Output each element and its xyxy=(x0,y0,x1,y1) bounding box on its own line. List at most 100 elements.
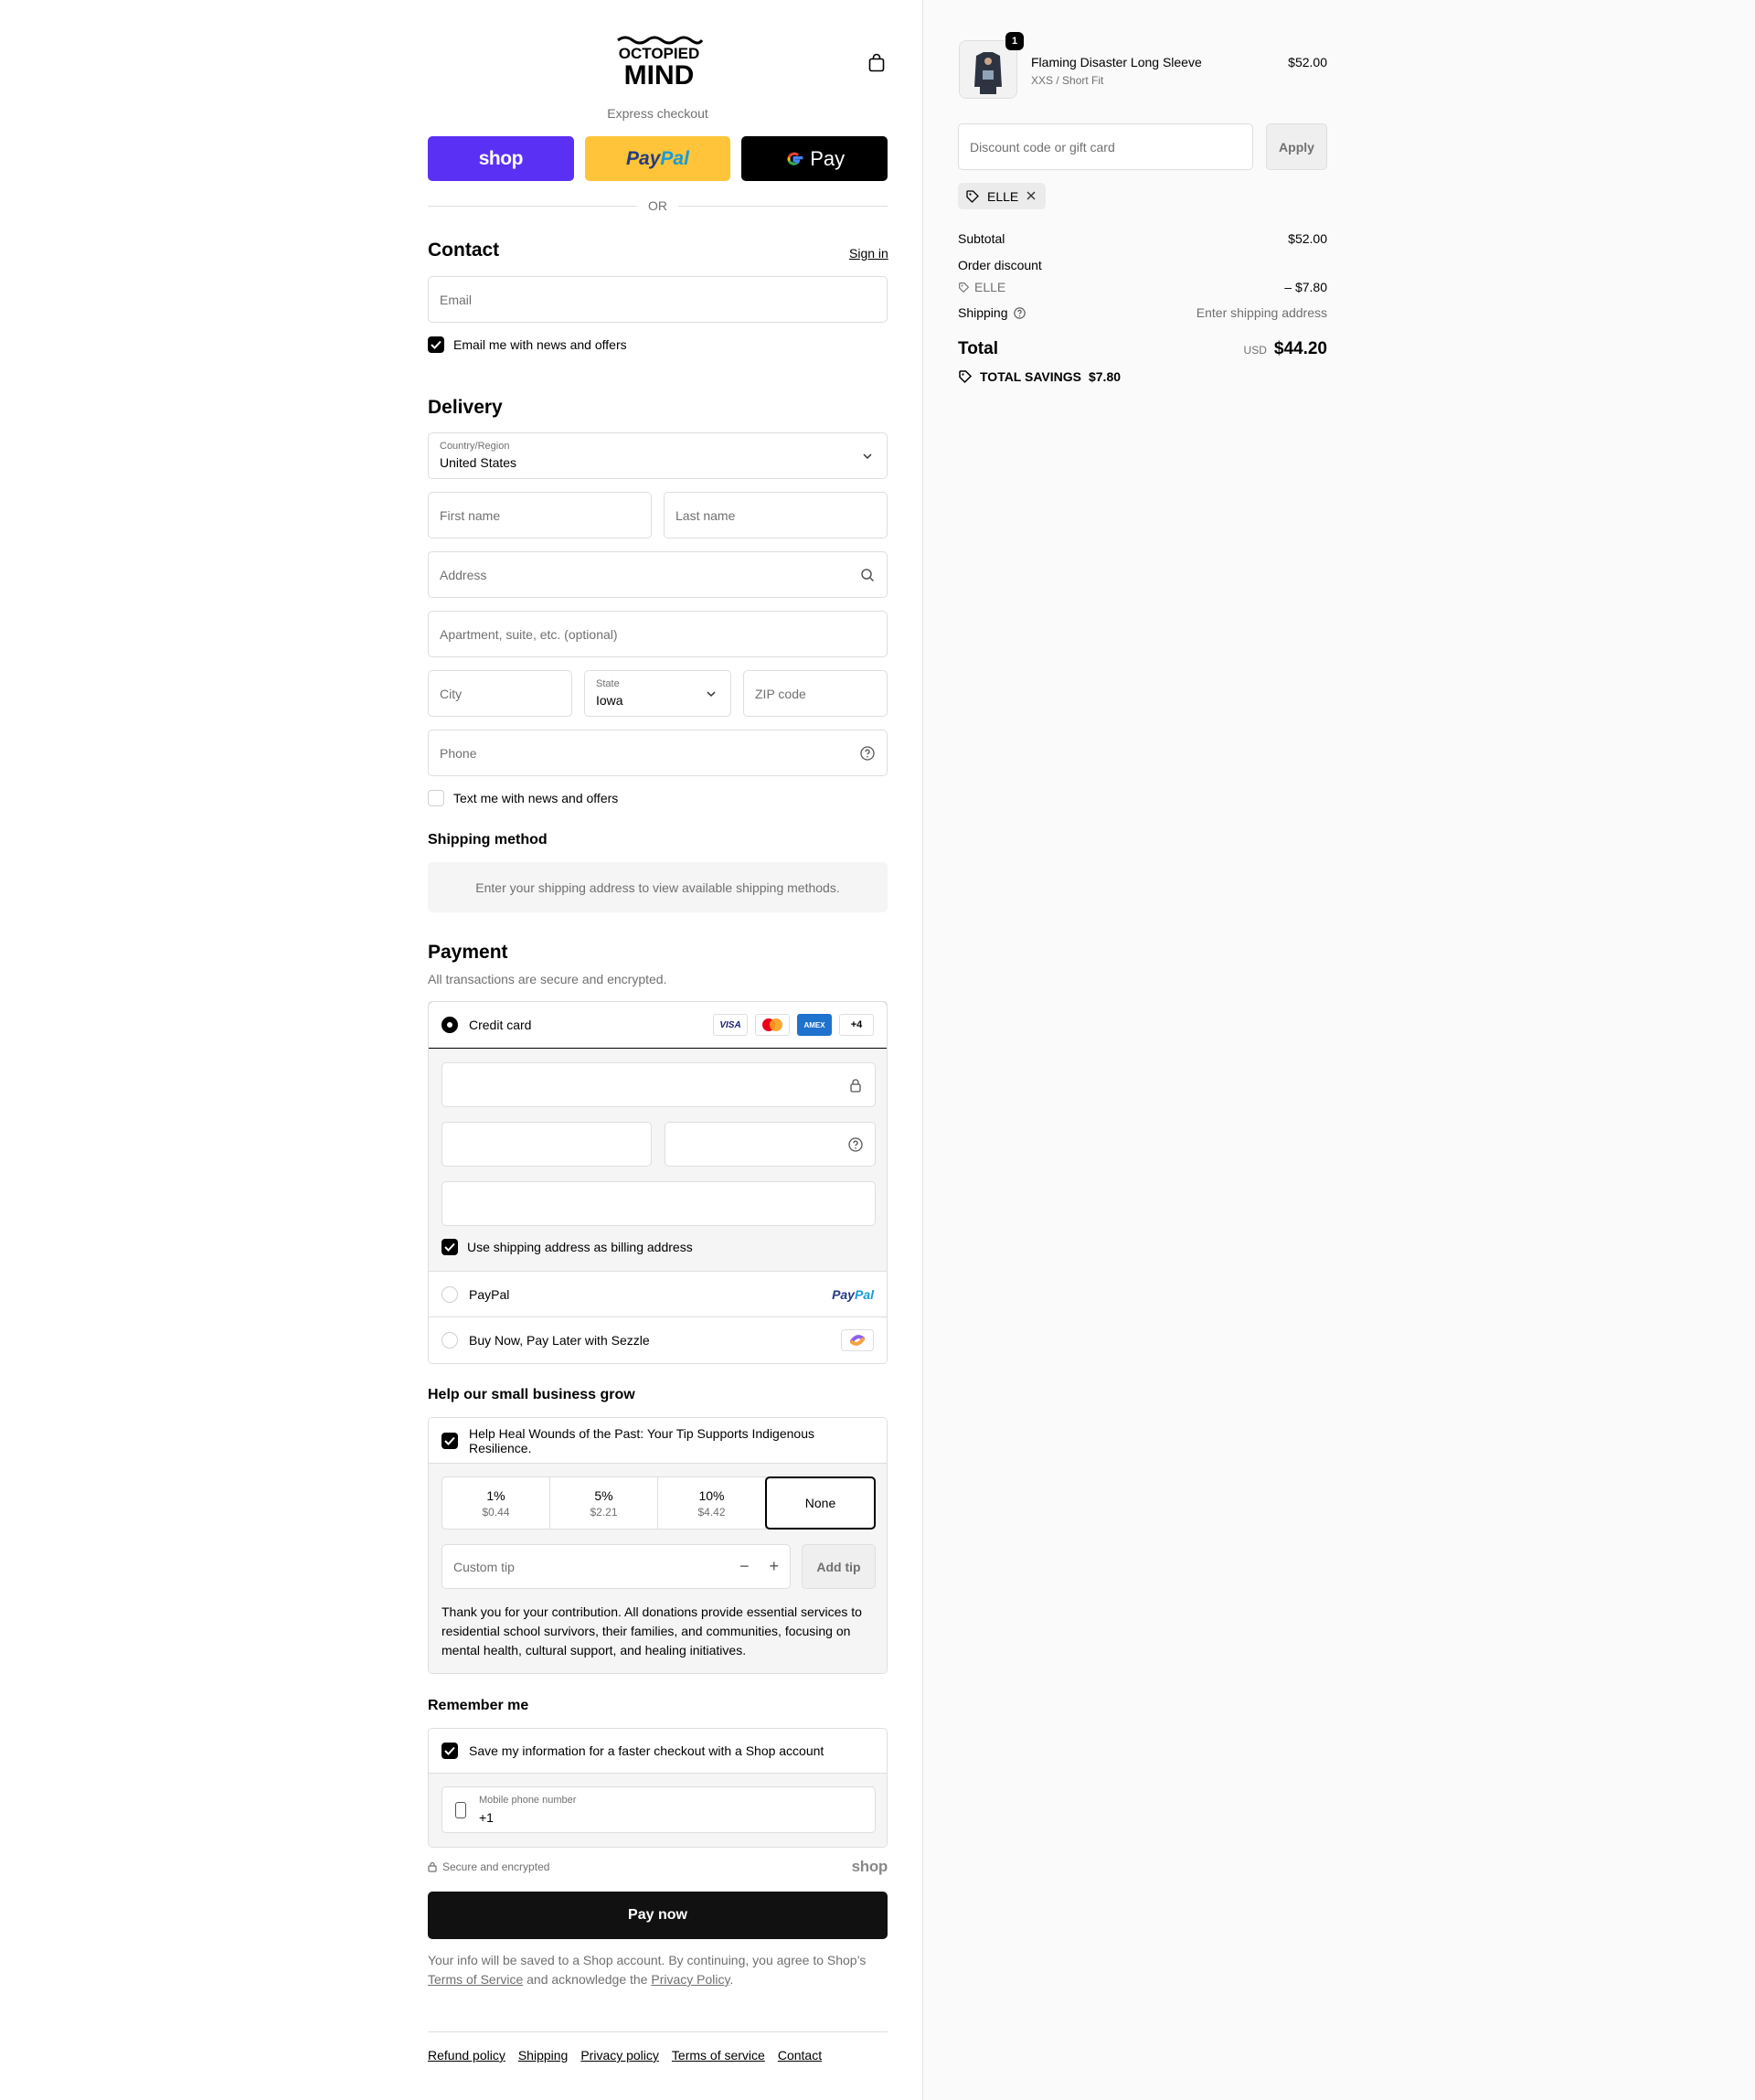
apartment-field[interactable]: Apartment, suite, etc. (optional) xyxy=(428,611,888,657)
mastercard-icon xyxy=(755,1014,790,1036)
close-icon[interactable] xyxy=(1026,189,1037,204)
tip-option-10[interactable]: 10% $4.42 xyxy=(658,1477,766,1529)
sezzle-radio[interactable] xyxy=(441,1332,458,1348)
tip-options: 1% $0.44 5% $2.21 10% $4.42 None xyxy=(441,1476,876,1530)
state-select[interactable]: State Iowa xyxy=(584,670,731,717)
or-label: OR xyxy=(648,198,667,213)
tip-toggle-row[interactable]: Help Heal Wounds of the Past: Your Tip S… xyxy=(429,1418,887,1464)
checkout-page: OCTOPIED MIND Express checkout shop Pay P… xyxy=(0,0,1755,2100)
tip-option-amount: $0.44 xyxy=(482,1505,510,1519)
credit-card-radio[interactable] xyxy=(441,1017,458,1033)
amex-icon: AMEX xyxy=(797,1014,832,1036)
footer-link-shipping[interactable]: Shipping xyxy=(518,2048,569,2063)
last-name-field[interactable]: Last name xyxy=(664,492,888,538)
remember-me-section: Save my information for a faster checkou… xyxy=(428,1728,888,1848)
help-icon[interactable] xyxy=(859,745,876,762)
total-value: $44.20 xyxy=(1273,339,1327,358)
shop-pay-button[interactable]: shop xyxy=(428,136,574,181)
sezzle-option[interactable]: Buy Now, Pay Later with Sezzle xyxy=(429,1317,887,1363)
name-on-card-field[interactable] xyxy=(441,1181,876,1226)
country-select[interactable]: Country/Region United States xyxy=(428,432,888,479)
billing-label: Use shipping address as billing address xyxy=(467,1240,693,1254)
email-news-checkbox-row[interactable]: Email me with news and offers xyxy=(428,336,627,353)
footer-link-contact[interactable]: Contact xyxy=(778,2048,822,2063)
tip-option-1[interactable]: 1% $0.44 xyxy=(442,1477,550,1529)
credit-card-label: Credit card xyxy=(469,1018,532,1032)
pay-now-button[interactable]: Pay now xyxy=(428,1892,888,1939)
save-info-label: Save my information for a faster checkou… xyxy=(469,1743,824,1758)
total-savings-value: $7.80 xyxy=(1088,369,1122,384)
tip-option-amount: $4.42 xyxy=(697,1505,726,1519)
legal-text-2: and acknowledge the xyxy=(526,1972,648,1987)
custom-tip-field[interactable]: Custom tip − + xyxy=(441,1544,791,1589)
subtotal-value: $52.00 xyxy=(1288,231,1327,246)
paypal-radio[interactable] xyxy=(441,1285,458,1303)
apply-discount-button[interactable]: Apply xyxy=(1266,123,1327,170)
help-icon[interactable] xyxy=(847,1136,864,1153)
text-news-checkbox[interactable] xyxy=(428,790,444,806)
footer-link-terms[interactable]: Terms of service xyxy=(672,2048,765,2063)
card-number-field[interactable] xyxy=(441,1062,876,1107)
paypal-button[interactable]: Pay Pal xyxy=(584,136,731,181)
state-value: Iowa xyxy=(596,693,623,708)
tip-option-5[interactable]: 5% $2.21 xyxy=(550,1477,658,1529)
phone-field[interactable]: Phone xyxy=(428,730,888,776)
email-news-label: Email me with news and offers xyxy=(453,337,627,352)
email-placeholder: Email xyxy=(440,292,473,307)
sign-in-link[interactable]: Sign in xyxy=(849,246,888,261)
country-value: United States xyxy=(440,455,517,470)
footer-link-refund[interactable]: Refund policy xyxy=(428,2048,505,2063)
legal-text: Your info will be saved to a Shop accoun… xyxy=(428,1951,888,1989)
text-news-checkbox-row[interactable]: Text me with news and offers xyxy=(428,790,618,806)
add-tip-button[interactable]: Add tip xyxy=(802,1544,876,1589)
expiration-field[interactable] xyxy=(441,1122,652,1167)
discount-value: – $7.80 xyxy=(1284,280,1327,294)
tip-option-pct: None xyxy=(804,1496,836,1510)
save-info-row[interactable]: Save my information for a faster checkou… xyxy=(429,1729,887,1774)
discount-code-row: ELLE – $7.80 xyxy=(958,280,1327,294)
help-icon[interactable] xyxy=(1013,306,1026,319)
product-thumbnail: 1 xyxy=(959,32,1024,99)
privacy-policy-link[interactable]: Privacy Policy xyxy=(651,1972,729,1987)
footer-link-privacy[interactable]: Privacy policy xyxy=(580,2048,659,2063)
security-code-field[interactable] xyxy=(665,1122,876,1167)
mobile-phone-field[interactable]: Mobile phone number +1 xyxy=(441,1786,876,1833)
minus-icon[interactable]: − xyxy=(739,1557,750,1576)
email-news-checkbox[interactable] xyxy=(428,336,444,353)
checkmark-icon xyxy=(431,340,441,349)
shop-pay-label: shop xyxy=(478,147,524,169)
billing-checkbox[interactable] xyxy=(441,1239,458,1255)
shipping-row: Shipping Enter shipping address xyxy=(958,305,1327,320)
email-field[interactable]: Email xyxy=(428,276,888,323)
secure-label: Secure and encrypted xyxy=(442,1860,550,1873)
subtotal-label: Subtotal xyxy=(958,231,1005,246)
checkmark-icon xyxy=(444,1242,455,1252)
logo-line2: MIND xyxy=(624,60,695,90)
payment-methods: Credit card VISA AMEX +4 Use shipping ad… xyxy=(428,1001,888,1364)
city-field[interactable]: City xyxy=(428,670,572,717)
google-pay-button[interactable]: Pay xyxy=(741,136,888,181)
country-label: Country/Region xyxy=(440,441,510,452)
paypal-option[interactable]: PayPal PayPal xyxy=(429,1272,887,1317)
address-field[interactable]: Address xyxy=(428,551,888,598)
tip-option-none[interactable]: None xyxy=(765,1476,876,1530)
address-placeholder: Address xyxy=(440,567,487,582)
first-name-field[interactable]: First name xyxy=(428,492,652,538)
save-info-checkbox[interactable] xyxy=(441,1743,458,1759)
total-currency: USD xyxy=(1243,344,1267,357)
tip-checkbox[interactable] xyxy=(441,1432,458,1449)
billing-checkbox-row[interactable]: Use shipping address as billing address xyxy=(441,1239,693,1255)
discount-code-field[interactable]: Discount code or gift card xyxy=(958,123,1253,170)
express-checkout-label: Express checkout xyxy=(607,106,708,121)
store-logo[interactable]: OCTOPIED MIND xyxy=(612,33,706,90)
secure-row: Secure and encrypted shop xyxy=(428,1858,888,1876)
tip-option-pct: 10% xyxy=(698,1487,725,1503)
bag-icon[interactable] xyxy=(867,53,886,73)
zip-field[interactable]: ZIP code xyxy=(743,670,888,717)
terms-of-service-link[interactable]: Terms of Service xyxy=(428,1972,523,1987)
credit-card-option[interactable]: Credit card VISA AMEX +4 xyxy=(429,1002,887,1049)
product-variant: XXS / Short Fit xyxy=(1031,74,1104,87)
express-checkout-buttons: shop Pay Pal Pay xyxy=(428,136,888,181)
tip-toggle-label: Help Heal Wounds of the Past: Your Tip S… xyxy=(469,1425,814,1455)
plus-icon[interactable]: + xyxy=(769,1557,779,1576)
